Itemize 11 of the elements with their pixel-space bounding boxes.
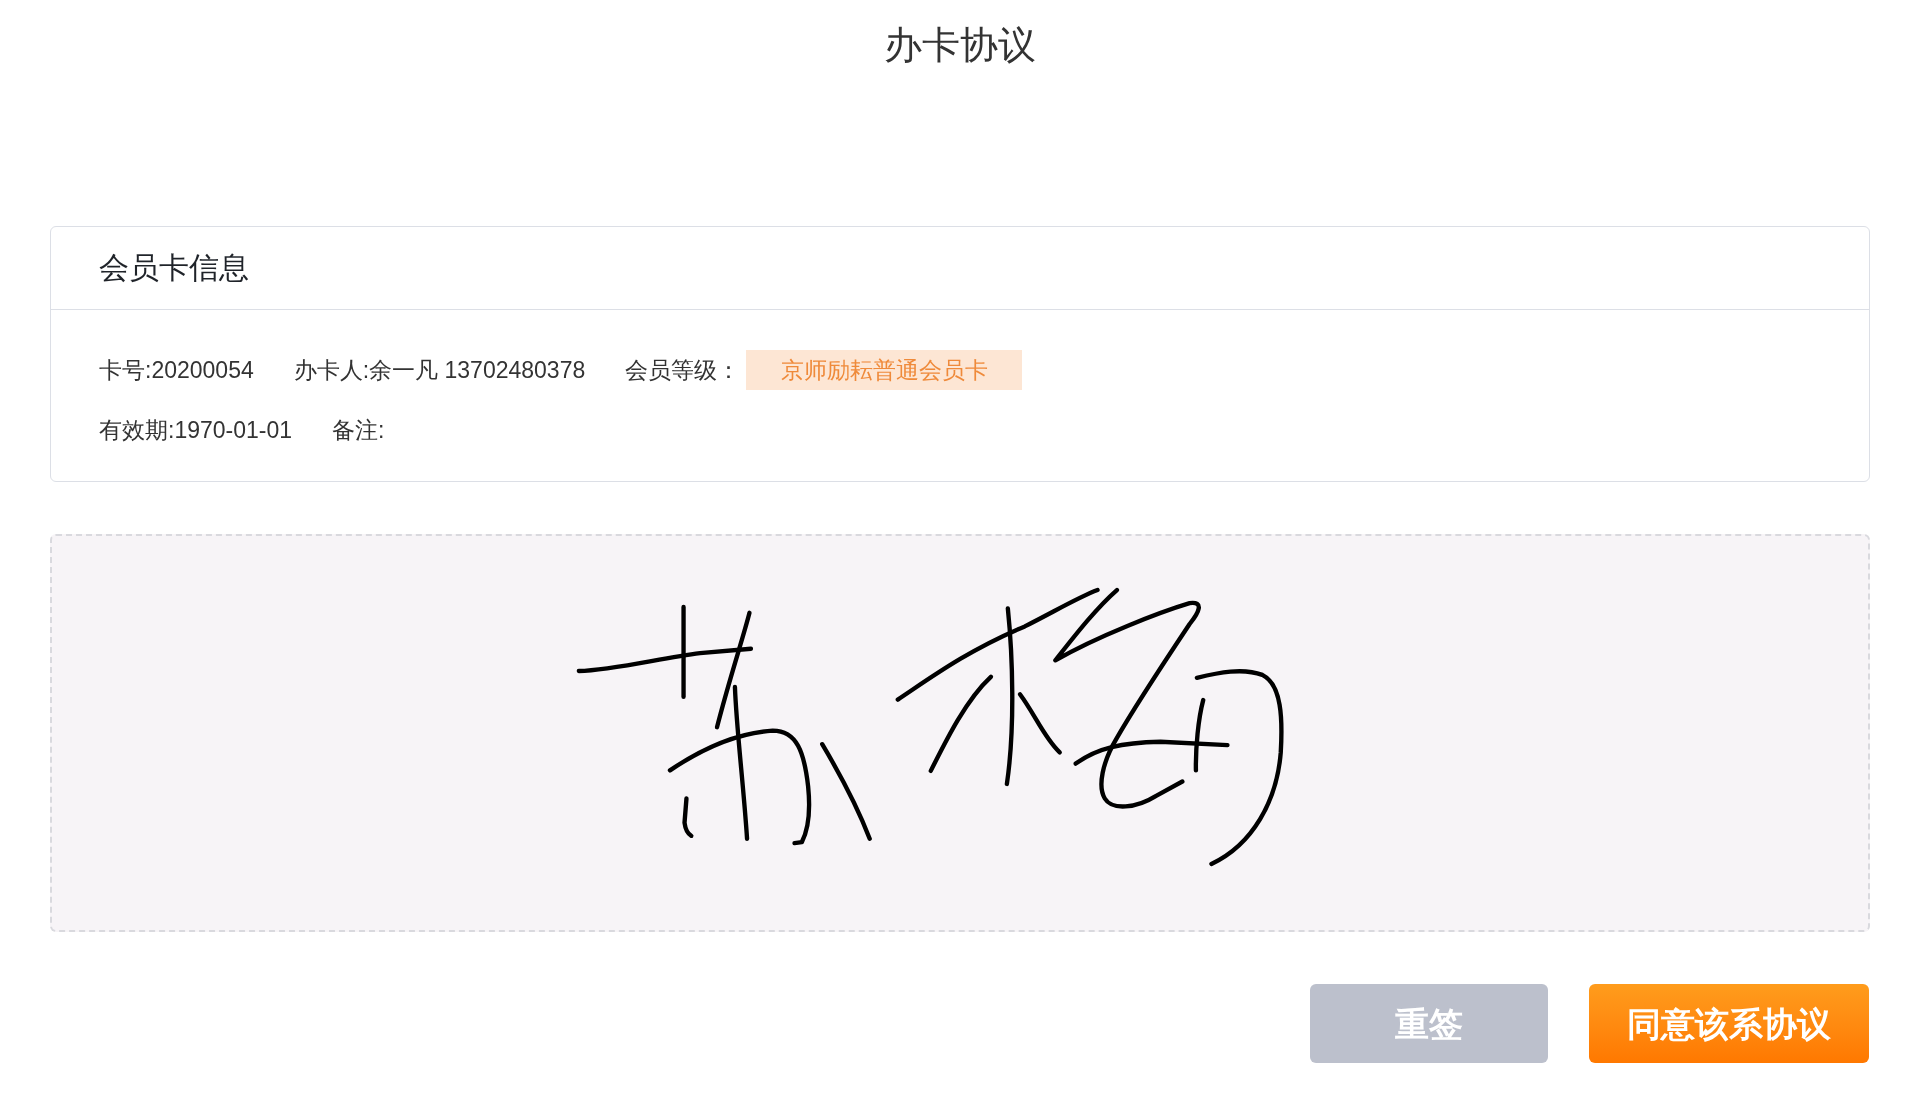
member-level-badge: 京师励耘普通会员卡	[746, 350, 1023, 390]
agree-button[interactable]: 同意该系协议	[1589, 984, 1869, 1063]
info-text: 备注:	[332, 418, 385, 442]
re-sign-button[interactable]: 重签	[1310, 984, 1548, 1063]
page-title: 办卡协议	[884, 26, 1036, 64]
panel-title: 会员卡信息	[99, 253, 249, 283]
info-text: 有效期:1970-01-01	[99, 418, 293, 442]
signature-pad[interactable]	[50, 534, 1870, 932]
info-text: 办卡人:余一凡 13702480378	[293, 358, 586, 382]
field-label: 会员等级：	[625, 358, 741, 382]
info-text: 卡号:20200054	[99, 358, 254, 382]
